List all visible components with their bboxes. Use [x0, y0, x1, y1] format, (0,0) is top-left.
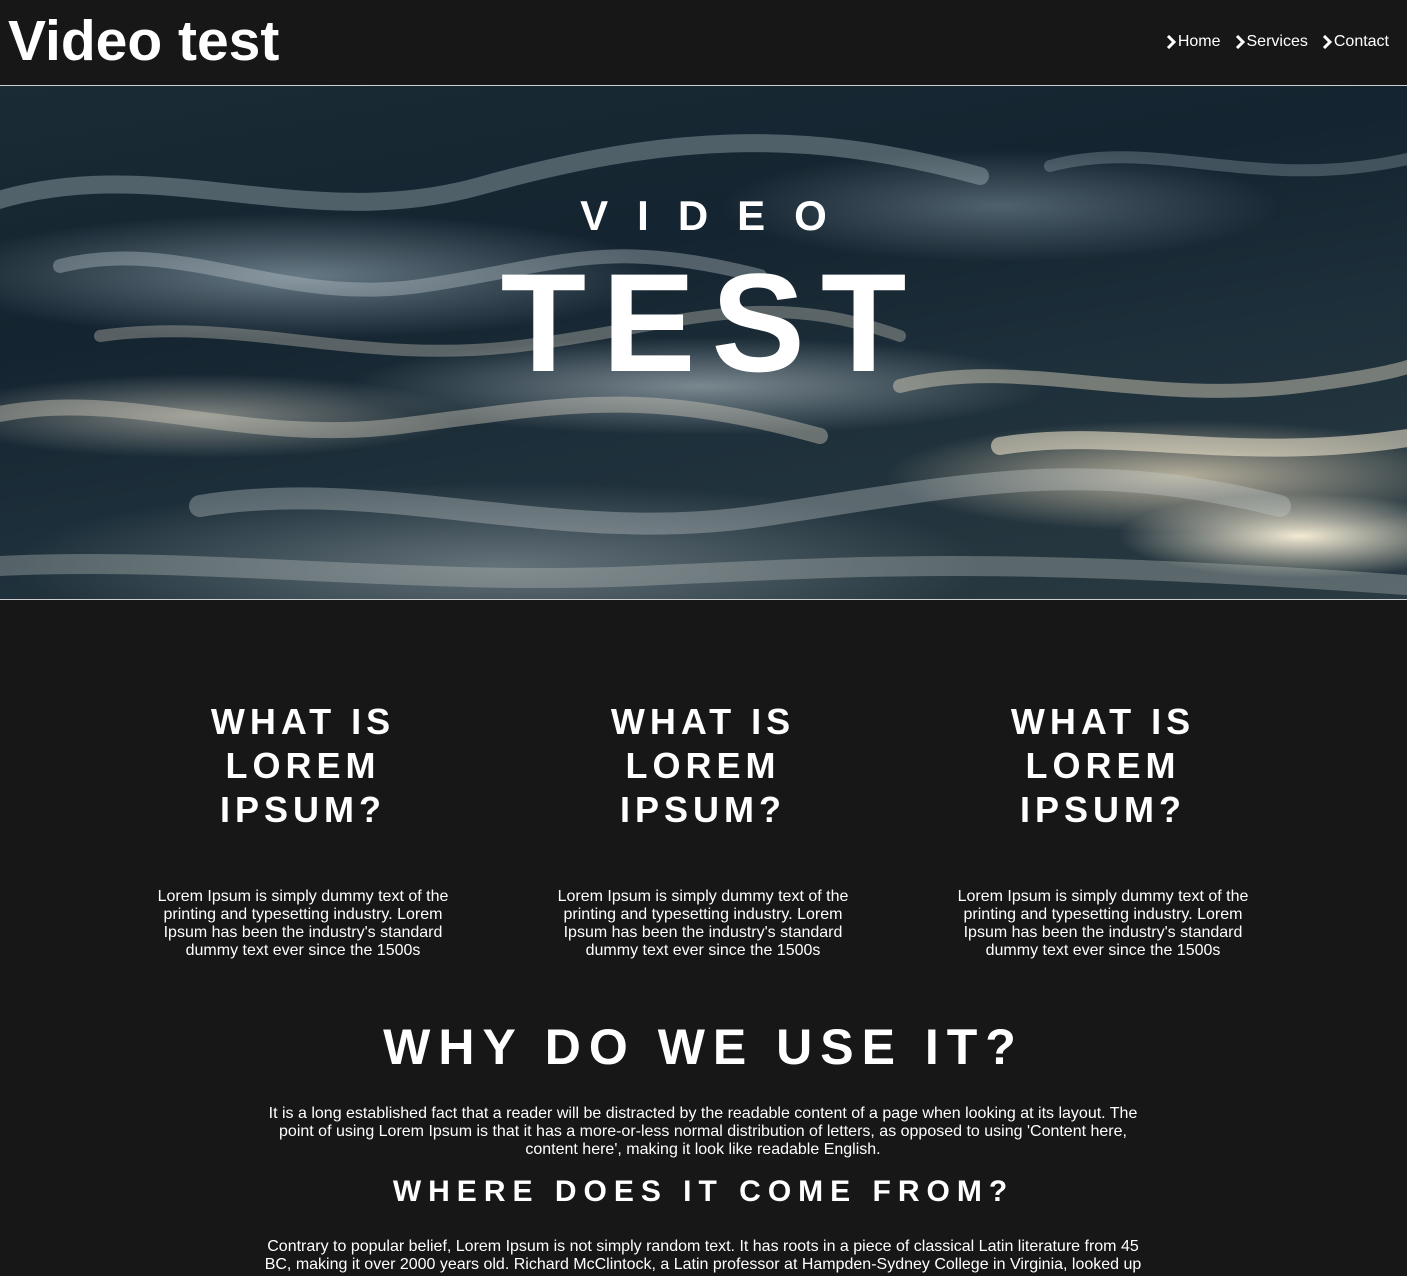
column-text: Lorem Ipsum is simply dummy text of the … [157, 888, 449, 959]
column-heading: WHAT IS LOREM IPSUM? [610, 701, 796, 830]
why-text: It is a long established fact that a rea… [268, 1105, 1138, 1158]
column-text: Lorem Ipsum is simply dummy text of the … [957, 888, 1249, 959]
where-heading: WHERE DOES IT COME FROM? [392, 1175, 1015, 1208]
nav-item-label: Contact [1333, 33, 1389, 50]
hero-title: TEST [500, 244, 923, 401]
site-header: Video test Home Services Contact [0, 0, 1407, 86]
column-text: Lorem Ipsum is simply dummy text of the … [557, 888, 849, 959]
nav-item-contact[interactable]: Contact [1322, 32, 1389, 52]
column-heading: WHAT IS LOREM IPSUM? [1010, 701, 1196, 830]
hero-subtitle: VIDEO [580, 192, 856, 239]
nav-item-home[interactable]: Home [1166, 32, 1221, 52]
chevron-right-icon [1235, 35, 1245, 49]
site-title: Video test [8, 9, 280, 73]
main-nav: Home Services Contact [1166, 32, 1389, 52]
chevron-right-icon [1322, 35, 1332, 49]
chevron-right-icon [1166, 35, 1176, 49]
nav-item-services[interactable]: Services [1235, 32, 1308, 52]
nav-item-label: Services [1246, 33, 1308, 50]
feature-column: WHAT IS LOREM IPSUM? Lorem Ipsum is simp… [548, 700, 858, 959]
where-text: Contrary to popular belief, Lorem Ipsum … [264, 1238, 1142, 1273]
nav-item-label: Home [1177, 33, 1221, 50]
feature-column: WHAT IS LOREM IPSUM? Lorem Ipsum is simp… [148, 700, 458, 959]
feature-column: WHAT IS LOREM IPSUM? Lorem Ipsum is simp… [948, 700, 1258, 959]
column-heading: WHAT IS LOREM IPSUM? [210, 701, 396, 830]
hero-video: VIDEO TEST [0, 86, 1407, 600]
why-heading: WHY DO WE USE IT? [383, 1019, 1024, 1075]
